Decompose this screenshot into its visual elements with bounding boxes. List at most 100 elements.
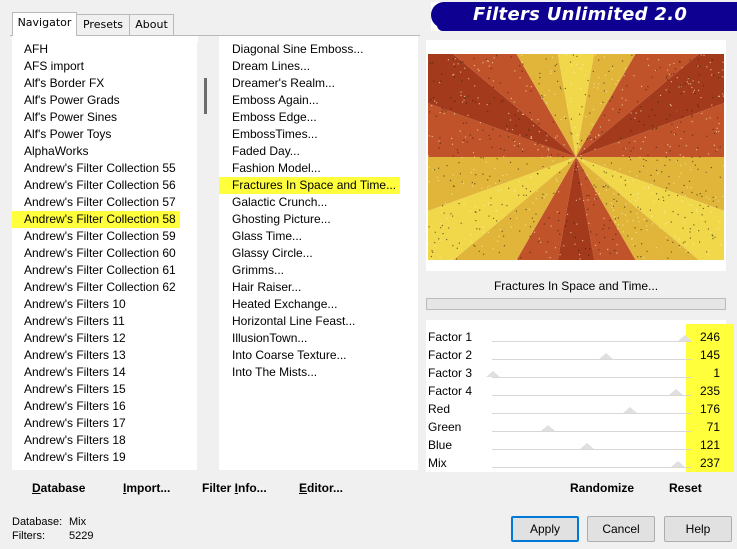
slider-value: 145 xyxy=(699,348,720,362)
filter-item[interactable]: Galactic Crunch... xyxy=(219,194,331,211)
slider-track[interactable] xyxy=(492,341,692,342)
category-item[interactable]: Andrew's Filters 10 xyxy=(12,296,130,313)
preview-filter-name: Fractures In Space and Time... xyxy=(426,274,726,298)
slider-handle[interactable] xyxy=(598,353,613,359)
filter-item[interactable]: Diagonal Sine Emboss... xyxy=(219,41,367,58)
category-item[interactable]: Andrew's Filters 16 xyxy=(12,398,130,415)
import-button[interactable]: Import... xyxy=(123,481,170,497)
filter-item[interactable]: Grimms... xyxy=(219,262,288,279)
tab-navigator[interactable]: Navigator xyxy=(12,12,77,36)
category-item[interactable]: Alf's Power Toys xyxy=(12,126,115,143)
category-item[interactable]: Andrew's Filters 11 xyxy=(12,313,129,330)
category-item[interactable]: AFH xyxy=(12,41,52,58)
category-item[interactable]: Andrew's Filters 18 xyxy=(12,432,130,449)
filter-item[interactable]: Horizontal Line Feast... xyxy=(219,313,359,330)
category-item[interactable]: Andrew's Filter Collection 61 xyxy=(12,262,180,279)
slider-track[interactable] xyxy=(492,413,692,414)
category-item[interactable]: Andrew's Filters 15 xyxy=(12,381,130,398)
category-item[interactable]: Andrew's Filter Collection 55 xyxy=(12,160,180,177)
tab-presets[interactable]: Presets xyxy=(76,14,130,35)
filters-count: 5229 xyxy=(69,530,94,542)
filter-item[interactable]: IllusionTown... xyxy=(219,330,311,347)
category-scrollbar[interactable] xyxy=(197,42,213,470)
slider-track[interactable] xyxy=(492,377,692,378)
filter-item[interactable]: Dream Lines... xyxy=(219,58,314,75)
cancel-button[interactable]: Cancel xyxy=(587,516,655,542)
reset-button[interactable]: Reset xyxy=(669,481,702,497)
filter-item[interactable]: Fashion Model... xyxy=(219,160,325,177)
scrollbar-thumb[interactable] xyxy=(204,78,207,114)
app-banner: Filters Unlimited 2.0 xyxy=(431,2,737,31)
slider-value: 71 xyxy=(706,420,720,434)
database-value: Mix xyxy=(69,516,87,528)
slider-handle[interactable] xyxy=(678,335,692,341)
slider-label: Red xyxy=(428,402,451,416)
filter-item[interactable]: Glass Time... xyxy=(219,228,306,245)
filters-label: Filters: xyxy=(12,530,45,542)
slider-track[interactable] xyxy=(492,431,692,432)
slider-row[interactable]: Factor 2 145 xyxy=(426,346,724,364)
filter-item[interactable]: Dreamer's Realm... xyxy=(219,75,339,92)
category-item[interactable]: Alf's Power Sines xyxy=(12,109,121,126)
filter-list[interactable]: Diagonal Sine Emboss... Dream Lines... Dre… xyxy=(219,36,418,470)
randomize-button[interactable]: Randomize xyxy=(570,481,634,497)
slider-row[interactable]: Factor 1 246 xyxy=(426,328,724,346)
filter-item[interactable]: Into Coarse Texture... xyxy=(219,347,351,364)
filter-info-button[interactable]: Filter Info... xyxy=(202,481,267,497)
slider-track[interactable] xyxy=(492,395,692,396)
slider-row[interactable]: Factor 3 1 xyxy=(426,364,724,382)
slider-track[interactable] xyxy=(492,359,692,360)
slider-track[interactable] xyxy=(492,467,692,468)
category-item[interactable]: Andrew's Filters 13 xyxy=(12,347,130,364)
filter-item[interactable]: EmbossTimes... xyxy=(219,126,322,143)
category-item[interactable]: Alf's Border FX xyxy=(12,75,108,92)
category-item[interactable]: Andrew's Filter Collection 56 xyxy=(12,177,180,194)
slider-handle[interactable] xyxy=(485,371,500,377)
slider-value: 235 xyxy=(699,384,720,398)
database-button[interactable]: Database xyxy=(32,481,85,497)
slider-label: Blue xyxy=(428,438,453,452)
category-item[interactable]: Andrew's Filters 19 xyxy=(12,449,130,466)
filter-item[interactable]: Ghosting Picture... xyxy=(219,211,335,228)
category-list[interactable]: AFH AFS import Alf's Border FX Alf's Power … xyxy=(12,36,198,470)
slider-value: 121 xyxy=(699,438,720,452)
slider-row[interactable]: Blue 121 xyxy=(426,436,724,454)
category-item[interactable]: Andrew's Filter Collection 60 xyxy=(12,245,180,262)
filter-item[interactable]: Hair Raiser... xyxy=(219,279,305,296)
filter-item[interactable]: Heated Exchange... xyxy=(219,296,341,313)
category-item[interactable]: Andrew's Filters 12 xyxy=(12,330,130,347)
filter-item[interactable]: Emboss Edge... xyxy=(219,109,321,126)
category-item[interactable]: Andrew's Filter Collection 58 xyxy=(12,211,180,228)
slider-handle[interactable] xyxy=(669,389,684,395)
category-item[interactable]: Andrew's Filters 14 xyxy=(12,364,130,381)
editor-button[interactable]: Editor... xyxy=(299,481,343,497)
filter-item[interactable]: Faded Day... xyxy=(219,143,304,160)
category-item[interactable]: Andrew's Filter Collection 59 xyxy=(12,228,180,245)
filter-item[interactable]: Emboss Again... xyxy=(219,92,323,109)
slider-handle[interactable] xyxy=(623,407,637,413)
category-item[interactable]: AlphaWorks xyxy=(12,143,92,160)
slider-handle[interactable] xyxy=(670,461,685,467)
preview-image xyxy=(428,54,724,260)
filter-item[interactable]: Into The Mists... xyxy=(219,364,321,381)
slider-row[interactable]: Factor 4 235 xyxy=(426,382,724,400)
slider-track[interactable] xyxy=(492,449,692,450)
tab-about[interactable]: About xyxy=(129,14,174,35)
category-item[interactable]: Andrew's Filter Collection 62 xyxy=(12,279,180,296)
slider-label: Green xyxy=(428,420,462,434)
category-item[interactable]: Andrew's Filters 17 xyxy=(12,415,130,432)
category-item[interactable]: Andrew's Filter Collection 57 xyxy=(12,194,180,211)
category-item[interactable]: Alf's Power Grads xyxy=(12,92,124,109)
slider-value: 176 xyxy=(699,402,720,416)
slider-handle[interactable] xyxy=(580,443,594,449)
slider-row[interactable]: Green 71 xyxy=(426,418,724,436)
category-item[interactable]: AFS import xyxy=(12,58,88,75)
apply-button[interactable]: Apply xyxy=(511,516,579,542)
slider-row[interactable]: Red 176 xyxy=(426,400,724,418)
slider-handle[interactable] xyxy=(540,425,555,431)
preview-progress-bar xyxy=(426,298,726,310)
filter-item[interactable]: Fractures In Space and Time... xyxy=(219,177,401,194)
filter-item[interactable]: Glassy Circle... xyxy=(219,245,317,262)
slider-row[interactable]: Mix 237 xyxy=(426,454,724,472)
help-button[interactable]: Help xyxy=(664,516,732,542)
